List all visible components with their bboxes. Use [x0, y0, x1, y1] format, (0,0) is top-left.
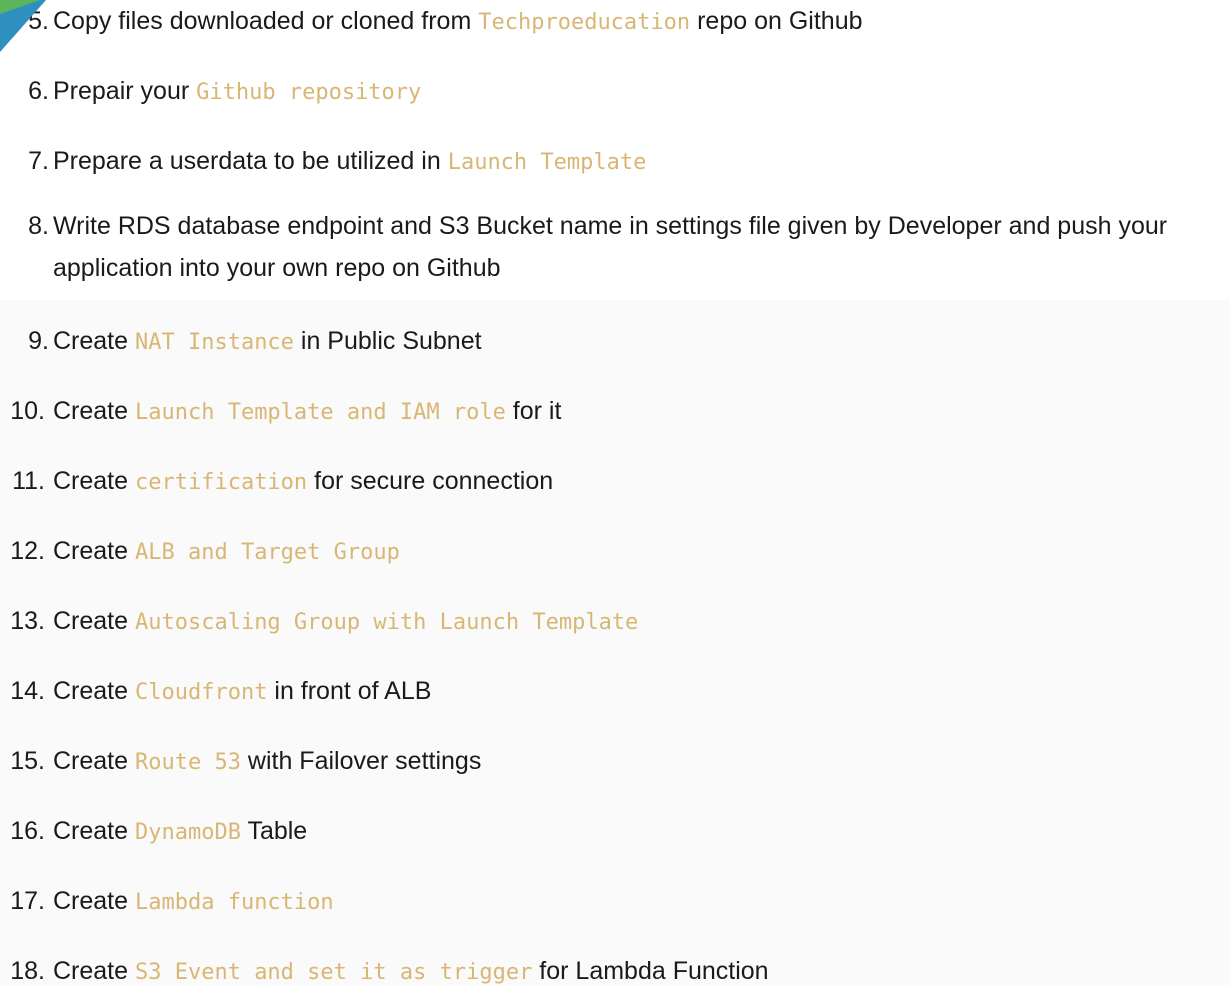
step-text-pre: Create: [53, 397, 135, 425]
step-text: Prepare a userdata to be utilized in Lau…: [53, 140, 1225, 184]
step-number: 9.: [28, 327, 49, 355]
step-text-pre: Create: [53, 327, 135, 355]
step-text-pre: Create: [53, 607, 135, 635]
step-text-pre: Create: [53, 747, 135, 775]
step-code: Autoscaling Group with Launch Template: [134, 610, 639, 635]
corner-accent-icon: [0, 0, 40, 14]
step-number: 10.: [10, 397, 45, 425]
step-code: Launch Template and IAM role: [134, 400, 506, 425]
step-code: Launch Template: [447, 150, 647, 175]
step-text: Create Cloudfront in front of ALB: [53, 670, 1225, 714]
step-text: Create Lambda function: [53, 880, 1225, 924]
step-text: Create Autoscaling Group with Launch Tem…: [53, 600, 1225, 644]
step-text: Create NAT Instance in Public Subnet: [53, 320, 1225, 364]
step-code: DynamoDB: [134, 820, 241, 845]
step-text-post: for secure connection: [307, 467, 554, 495]
step-text-pre: Prepare a userdata to be utilized in: [53, 147, 448, 175]
step-text-pre: Create: [53, 957, 135, 985]
step-text-pre: Write RDS database endpoint and S3 Bucke…: [53, 212, 1168, 282]
step-code: S3 Event and set it as trigger: [134, 960, 533, 985]
step-code: NAT Instance: [134, 330, 294, 355]
step-number: 11.: [12, 467, 45, 495]
step-text: Create ALB and Target Group: [53, 530, 1225, 574]
step-text-post: in front of ALB: [267, 677, 432, 705]
step-text-pre: Create: [53, 467, 135, 495]
step-text-post: repo on Github: [690, 7, 863, 35]
step-text-pre: Prepair your: [53, 77, 197, 105]
step-number: 6.: [28, 77, 49, 105]
step-number: 16.: [10, 817, 45, 845]
step-text: Write RDS database endpoint and S3 Bucke…: [53, 205, 1225, 291]
step-code: Github repository: [196, 80, 422, 105]
step-number: 15.: [10, 747, 45, 775]
step-code: ALB and Target Group: [134, 540, 400, 565]
document-page: 5. Copy files downloaded or cloned from …: [0, 0, 1230, 985]
step-text: Create Launch Template and IAM role for …: [53, 390, 1225, 434]
step-text-post: for Lambda Function: [532, 957, 769, 985]
step-text-pre: Create: [53, 887, 135, 915]
step-text: Create S3 Event and set it as trigger fo…: [53, 950, 1225, 994]
step-code: Techproeducation: [478, 10, 691, 35]
step-text-pre: Copy files downloaded or cloned from: [53, 7, 479, 35]
step-number: 18.: [10, 957, 45, 985]
step-text-post: in Public Subnet: [293, 327, 482, 355]
step-text-post: with Failover settings: [240, 747, 482, 775]
step-number: 12.: [10, 537, 45, 565]
step-text: Copy files downloaded or cloned from Tec…: [53, 0, 1225, 44]
step-text: Create Route 53 with Failover settings: [53, 740, 1225, 784]
step-number: 7.: [28, 147, 49, 175]
step-text: Create certification for secure connecti…: [53, 460, 1225, 504]
step-number: 14.: [10, 677, 45, 705]
step-number: 8.: [28, 212, 49, 240]
step-text-pre: Create: [53, 817, 135, 845]
step-code: Lambda function: [134, 890, 334, 915]
step-text-pre: Create: [53, 677, 135, 705]
step-number: 13.: [10, 607, 45, 635]
step-code: Route 53: [134, 750, 241, 775]
step-text: Prepair your Github repository: [53, 70, 1225, 114]
step-code: Cloudfront: [134, 680, 268, 705]
step-text-pre: Create: [53, 537, 135, 565]
step-text-post: for it: [505, 397, 562, 425]
step-text: Create DynamoDB Table: [53, 810, 1225, 854]
step-text-post: Table: [240, 817, 308, 845]
step-code: certification: [134, 470, 308, 495]
step-number: 17.: [10, 887, 45, 915]
